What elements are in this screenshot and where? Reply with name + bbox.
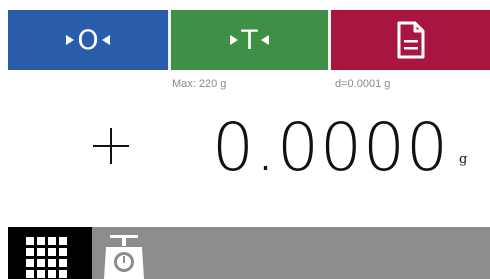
- top-toolbar: O T: [8, 10, 490, 70]
- zero-button[interactable]: O: [8, 10, 168, 70]
- print-button[interactable]: [328, 10, 490, 70]
- resolution-label: d=0.0001 g: [335, 78, 391, 90]
- arrow-right-icon: [66, 35, 75, 45]
- tare-button[interactable]: T: [168, 10, 328, 70]
- weight-reading: 0.0000: [212, 109, 449, 186]
- max-capacity-label: Max: 220 g: [172, 78, 227, 90]
- grid-menu-icon: [26, 237, 67, 278]
- document-icon: [397, 21, 424, 59]
- weighing-info-row: Max: 220 g d=0.0001 g: [0, 75, 490, 91]
- arrow-right-icon: [230, 35, 239, 45]
- menu-button[interactable]: [8, 227, 92, 279]
- weight-unit: g: [459, 152, 468, 167]
- scale-icon[interactable]: [100, 231, 148, 279]
- sign-indicator: [93, 128, 129, 164]
- arrow-left-icon: [101, 35, 110, 45]
- arrow-left-icon: [260, 35, 269, 45]
- zero-letter: O: [77, 24, 99, 56]
- zero-arrows-icon: O: [66, 24, 110, 56]
- tare-letter: T: [241, 24, 258, 56]
- bottom-bar: [8, 227, 490, 279]
- tare-arrows-icon: T: [230, 27, 269, 54]
